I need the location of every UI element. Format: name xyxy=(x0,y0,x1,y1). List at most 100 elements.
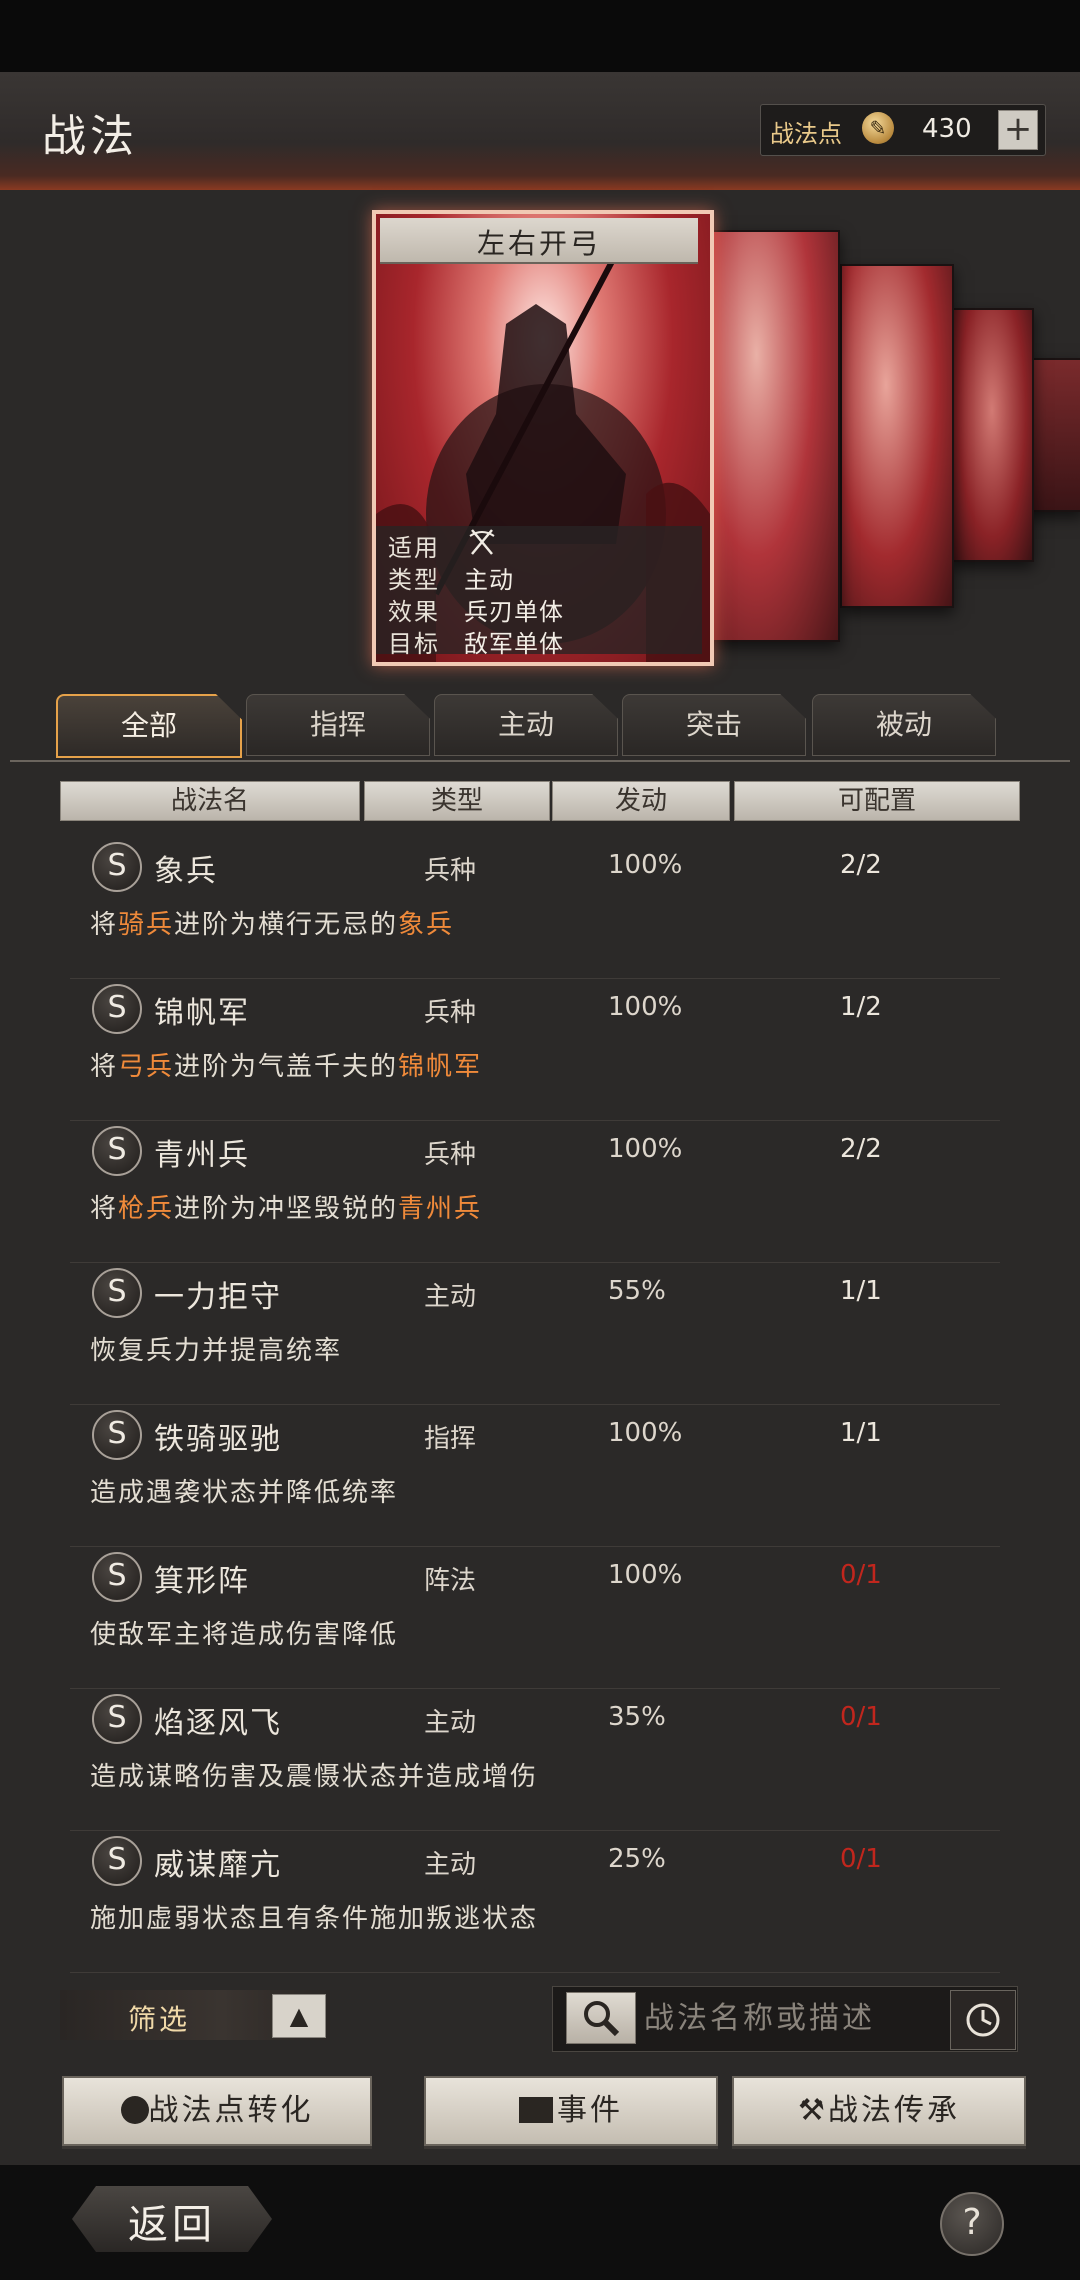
description-text: 造成遇袭状态并降低统率 xyxy=(90,1478,399,1508)
tactic-name: 箕形阵 xyxy=(154,1564,250,1599)
tactic-name: 锦帆军 xyxy=(154,996,250,1031)
tab-passive[interactable]: 被动 xyxy=(812,694,996,756)
tactic-description: 造成谋略伤害及震慑状态并造成增伤 xyxy=(90,1756,538,1793)
highlight-text: 枪兵 xyxy=(118,1194,175,1224)
help-button[interactable]: ? xyxy=(940,2192,1004,2256)
tactic-alloc: 0/1 xyxy=(840,1560,882,1590)
tactic-alloc: 2/2 xyxy=(840,850,882,880)
table-row[interactable]: S 锦帆军 兵种 100% 1/2 将弓兵进阶为气盖千夫的锦帆军 xyxy=(70,978,1000,1121)
table-row[interactable]: S 一力拒守 主动 55% 1/1 恢复兵力并提高统率 xyxy=(70,1262,1000,1405)
history-button[interactable] xyxy=(950,1990,1016,2050)
table-row[interactable]: S 焰逐风飞 主动 35% 0/1 造成谋略伤害及震慑状态并造成增伤 xyxy=(70,1688,1000,1831)
rank-badge: S xyxy=(92,1126,142,1176)
clock-icon xyxy=(966,2003,1000,2037)
tactic-description: 使敌军主将造成伤害降低 xyxy=(90,1614,398,1651)
tactic-name: 威谋靡亢 xyxy=(154,1848,282,1883)
tactic-name: 焰逐风飞 xyxy=(154,1706,282,1741)
highlight-text: 弓兵 xyxy=(118,1052,175,1082)
column-header-type[interactable]: 类型 xyxy=(364,781,550,821)
highlight-text: 象兵 xyxy=(398,910,455,940)
tactic-rate: 100% xyxy=(608,1418,683,1448)
card-info-effect: 兵刃单体 xyxy=(464,598,564,626)
table-row[interactable]: S 象兵 兵种 100% 2/2 将骑兵进阶为横行无忌的象兵 xyxy=(70,836,1000,979)
search-button[interactable] xyxy=(566,1992,636,2044)
tactic-alloc: 0/1 xyxy=(840,1844,882,1874)
table-row[interactable]: S 箕形阵 阵法 100% 0/1 使敌军主将造成伤害降低 xyxy=(70,1546,1000,1689)
tactic-type: 阵法 xyxy=(424,1566,477,1596)
tab-all[interactable]: 全部 xyxy=(56,694,242,758)
filter-toggle-button[interactable]: ▲ xyxy=(272,1994,326,2038)
column-header-name[interactable]: 战法名 xyxy=(60,781,360,821)
tactic-rate: 100% xyxy=(608,1560,683,1590)
tactic-rate: 100% xyxy=(608,992,683,1022)
search-input[interactable] xyxy=(642,1994,946,2042)
tactic-type: 主动 xyxy=(424,1850,477,1880)
tactic-card-back-1[interactable] xyxy=(700,230,840,642)
description-text: 进阶为气盖千夫的 xyxy=(174,1052,399,1082)
page-title: 战法 xyxy=(42,111,138,162)
tactic-type: 主动 xyxy=(424,1282,477,1312)
description-text: 进阶为冲坚毁锐的 xyxy=(174,1194,399,1224)
tactic-alloc: 0/1 xyxy=(840,1702,882,1732)
status-bar xyxy=(0,0,1080,72)
column-header-alloc[interactable]: 可配置 xyxy=(734,781,1020,821)
column-header-rate[interactable]: 发动 xyxy=(552,781,730,821)
convert-points-button[interactable]: 战法点转化 xyxy=(62,2076,372,2146)
tactic-rate: 25% xyxy=(608,1844,666,1874)
rank-badge: S xyxy=(92,984,142,1034)
tactic-description: 恢复兵力并提高统率 xyxy=(90,1330,342,1367)
rank-badge: S xyxy=(92,842,142,892)
description-text: 进阶为横行无忌的 xyxy=(174,910,399,940)
event-button[interactable]: 事件 xyxy=(424,2076,718,2146)
rank-badge: S xyxy=(92,1836,142,1886)
tactic-name: 象兵 xyxy=(154,854,218,889)
tactic-type: 兵种 xyxy=(424,998,477,1028)
tab-command[interactable]: 指挥 xyxy=(246,694,430,756)
card-info-key-effect: 效果 xyxy=(388,598,440,626)
filter-label[interactable]: 筛选 xyxy=(128,1998,190,2038)
tactic-type: 指挥 xyxy=(424,1424,477,1454)
tactic-alloc: 1/1 xyxy=(840,1276,882,1306)
table-row[interactable]: S 青州兵 兵种 100% 2/2 将枪兵进阶为冲坚毁锐的青州兵 xyxy=(70,1120,1000,1263)
inherit-tactic-label: 战法传承 xyxy=(827,2093,960,2128)
description-text: 施加虚弱状态且有条件施加叛逃状态 xyxy=(90,1904,539,1934)
hammer-icon: ⚒ xyxy=(798,2093,828,2128)
tactic-rate: 100% xyxy=(608,850,683,880)
convert-icon xyxy=(120,2096,149,2124)
tactic-card-back-4[interactable] xyxy=(1026,358,1080,512)
description-text: 使敌军主将造成伤害降低 xyxy=(90,1620,399,1650)
tactic-alloc: 1/1 xyxy=(840,1418,882,1448)
tactic-rate: 100% xyxy=(608,1134,683,1164)
description-text: 将 xyxy=(90,910,119,940)
description-text: 造成谋略伤害及震慑状态并造成增伤 xyxy=(90,1762,539,1792)
tactic-type: 兵种 xyxy=(424,1140,477,1170)
tactic-card-back-2[interactable] xyxy=(840,264,954,608)
table-row[interactable]: S 铁骑驱驰 指挥 100% 1/1 造成遇袭状态并降低统率 xyxy=(70,1404,1000,1547)
card-info-key-target: 目标 xyxy=(388,630,440,658)
back-label[interactable]: 返回 xyxy=(128,2192,216,2250)
tactic-card-back-3[interactable] xyxy=(950,308,1034,562)
tab-divider xyxy=(10,760,1070,762)
add-points-button[interactable]: + xyxy=(998,110,1038,150)
tactic-description: 造成遇袭状态并降低统率 xyxy=(90,1472,398,1509)
highlight-text: 锦帆军 xyxy=(398,1052,483,1082)
highlight-text: 骑兵 xyxy=(118,910,175,940)
card-name: 左右开弓 xyxy=(476,227,601,260)
search-icon xyxy=(584,2001,620,2037)
table-row[interactable]: S 威谋靡亢 主动 25% 0/1 施加虚弱状态且有条件施加叛逃状态 xyxy=(70,1830,1000,1973)
inherit-tactic-button[interactable]: ⚒战法传承 xyxy=(732,2076,1026,2146)
convert-points-label: 战法点转化 xyxy=(148,2093,314,2128)
event-label: 事件 xyxy=(557,2093,623,2128)
tactic-description: 将枪兵进阶为冲坚毁锐的青州兵 xyxy=(90,1188,482,1225)
tab-assault[interactable]: 突击 xyxy=(622,694,806,756)
event-icon xyxy=(519,2097,553,2123)
card-info-target: 敌军单体 xyxy=(464,630,564,658)
tactic-type: 主动 xyxy=(424,1708,477,1738)
description-text: 将 xyxy=(90,1052,119,1082)
tactic-description: 将弓兵进阶为气盖千夫的锦帆军 xyxy=(90,1046,482,1083)
rank-badge: S xyxy=(92,1694,142,1744)
card-info-key-type: 类型 xyxy=(388,566,440,594)
tab-active[interactable]: 主动 xyxy=(434,694,618,756)
rank-badge: S xyxy=(92,1268,142,1318)
tactic-points-label: 战法点 xyxy=(770,120,842,148)
